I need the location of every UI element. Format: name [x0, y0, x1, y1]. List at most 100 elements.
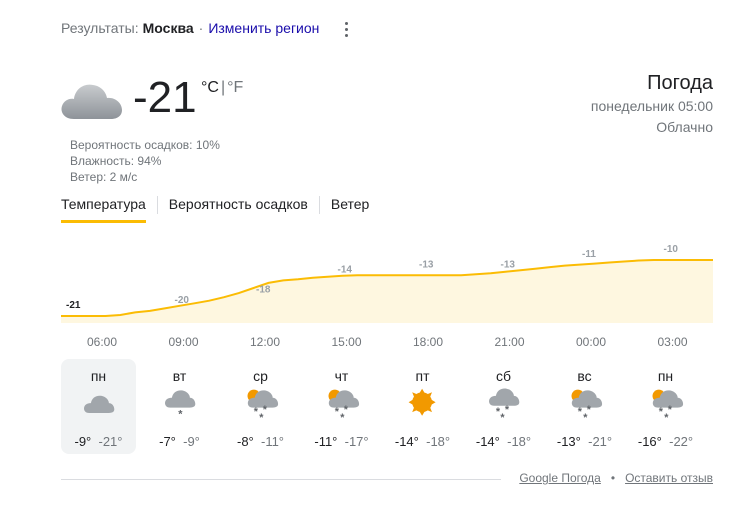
light-snow-icon: *	[165, 390, 196, 421]
tab-wind[interactable]: Ветер	[331, 196, 370, 223]
chart-data-label: -10	[664, 245, 679, 255]
day-low: -21°	[588, 434, 613, 449]
chart-data-label: -11	[582, 249, 596, 260]
day-temps: -14° -18°	[385, 434, 460, 449]
day-forecast-6[interactable]: вс * * * -13° -21°	[547, 359, 622, 454]
chart-time-label: 00:00	[575, 335, 607, 349]
day-temps: -9° -21°	[61, 434, 136, 449]
day-high: -16°	[637, 434, 662, 449]
weather-header: Погода понедельник 05:00 Облачно	[591, 70, 713, 138]
day-name: вт	[172, 368, 187, 384]
current-temperature: -21	[133, 73, 197, 122]
chart-time-label: 12:00	[249, 335, 281, 349]
day-name: сб	[495, 368, 512, 384]
unit-celsius[interactable]: °C	[201, 79, 219, 96]
feedback-link[interactable]: Оставить отзыв	[625, 471, 713, 485]
unit-fahrenheit[interactable]: °F	[227, 79, 243, 96]
chart-area	[61, 260, 713, 323]
change-region-link[interactable]: Изменить регион	[208, 20, 319, 36]
results-prefix: Результаты:	[61, 20, 139, 36]
day-forecast-0[interactable]: пн -9° -21°	[61, 359, 136, 454]
forecast-tabs: Температура Вероятность осадков Ветер	[61, 196, 369, 223]
day-high: -14°	[394, 434, 419, 449]
humidity-text: Влажность: 94%	[70, 154, 162, 168]
precipitation-text: Вероятность осадков: 10%	[70, 138, 220, 152]
footer: Google Погода • Оставить отзыв	[519, 471, 713, 485]
tab-divider	[318, 196, 320, 214]
day-name: пн	[657, 368, 674, 384]
day-low: -18°	[426, 434, 451, 449]
day-temps: -16° -22°	[628, 434, 703, 449]
day-low: -11°	[260, 434, 285, 449]
day-temps: -8° -11°	[223, 434, 298, 449]
day-low: -21°	[98, 434, 123, 449]
results-bar: Результаты: Москва · Изменить регион	[61, 20, 319, 36]
partly-cloudy-snow-icon: * **	[571, 389, 603, 422]
footer-bullet: •	[610, 471, 616, 485]
day-high: -11°	[314, 434, 338, 449]
wind-text: Ветер: 2 м/с	[70, 170, 138, 184]
chart-data-label: -14	[338, 264, 353, 275]
weather-datetime: понедельник 05:00	[590, 98, 713, 114]
day-high: -13°	[556, 434, 581, 449]
day-low: -9°	[183, 434, 200, 449]
day-name: чт	[334, 368, 349, 384]
current-details: Вероятность осадков: 10% Влажность: 94% …	[70, 137, 220, 185]
weather-title: Погода	[647, 72, 713, 94]
day-temps: -7° -9°	[142, 434, 217, 449]
chart-data-label: -20	[175, 295, 190, 306]
daily-forecast: пн -9° -21° вт * -7° -9° ср * * * -8° -11° чт * * * -1…	[61, 359, 713, 454]
day-low: -22°	[669, 434, 694, 449]
cloudy-icon	[84, 395, 115, 413]
chart-time-label: 06:00	[86, 335, 118, 349]
chart-time-label: 03:00	[657, 335, 688, 349]
temperature-chart: -21 -20 -18 -14 -13 -13 -11 -10	[61, 245, 713, 323]
day-high: -7°	[159, 434, 176, 449]
chart-time-axis: 06:00 09:00 12:00 15:00 18:00 21:00 00:00 03:00	[61, 335, 713, 351]
results-city: Москва	[142, 20, 194, 36]
day-forecast-4[interactable]: пт -14° -18°	[385, 359, 460, 454]
chart-time-label: 09:00	[168, 335, 199, 349]
weather-condition: Облачно	[656, 119, 713, 135]
footer-divider	[61, 479, 501, 480]
day-name: пн	[90, 368, 107, 384]
chart-time-label: 15:00	[331, 335, 362, 349]
more-options-icon[interactable]	[338, 18, 354, 40]
sunny-icon	[408, 388, 436, 416]
snow-icon: * **	[489, 388, 520, 422]
day-name: ср	[253, 368, 268, 384]
day-forecast-5[interactable]: сб * * * -14° -18°	[466, 359, 541, 454]
day-forecast-7[interactable]: пн * * * -16° -22°	[628, 359, 703, 454]
day-temps: -13° -21°	[547, 434, 622, 449]
chart-time-label: 18:00	[412, 335, 444, 349]
day-name: пт	[415, 368, 430, 384]
day-forecast-2[interactable]: ср * * * -8° -11°	[223, 359, 298, 454]
chart-data-label: -18	[256, 285, 271, 296]
chart-data-label: -21	[66, 300, 81, 311]
day-name: вс	[577, 368, 592, 384]
cloud-icon	[61, 84, 122, 119]
svg-text:*: *	[178, 409, 183, 421]
unit-switch: °C | °F	[201, 79, 243, 97]
unit-separator: |	[220, 79, 226, 96]
tab-temperature[interactable]: Температура	[61, 196, 146, 223]
day-high: -8°	[236, 434, 254, 449]
chart-data-label: -13	[501, 259, 516, 270]
chart-data-label: -13	[419, 259, 434, 270]
partly-cloudy-snow-icon: * **	[652, 389, 684, 422]
day-high: -14°	[475, 434, 500, 449]
chart-time-label: 21:00	[494, 335, 525, 349]
day-low: -17°	[344, 434, 369, 449]
day-temps: -14° -18°	[466, 434, 541, 449]
tab-precipitation[interactable]: Вероятность осадков	[169, 196, 308, 223]
partly-cloudy-snow-icon: * **	[328, 389, 360, 422]
day-forecast-3[interactable]: чт * * * -11° -17°	[304, 359, 379, 454]
tab-divider	[156, 196, 158, 214]
day-forecast-1[interactable]: вт * -7° -9°	[142, 359, 217, 454]
day-low: -18°	[507, 434, 532, 449]
results-dot: ·	[198, 20, 204, 36]
google-weather-link[interactable]: Google Погода	[519, 471, 601, 485]
partly-cloudy-snow-icon: * **	[247, 389, 279, 422]
day-temps: -11° -17°	[304, 434, 379, 449]
day-high: -9°	[74, 434, 92, 449]
